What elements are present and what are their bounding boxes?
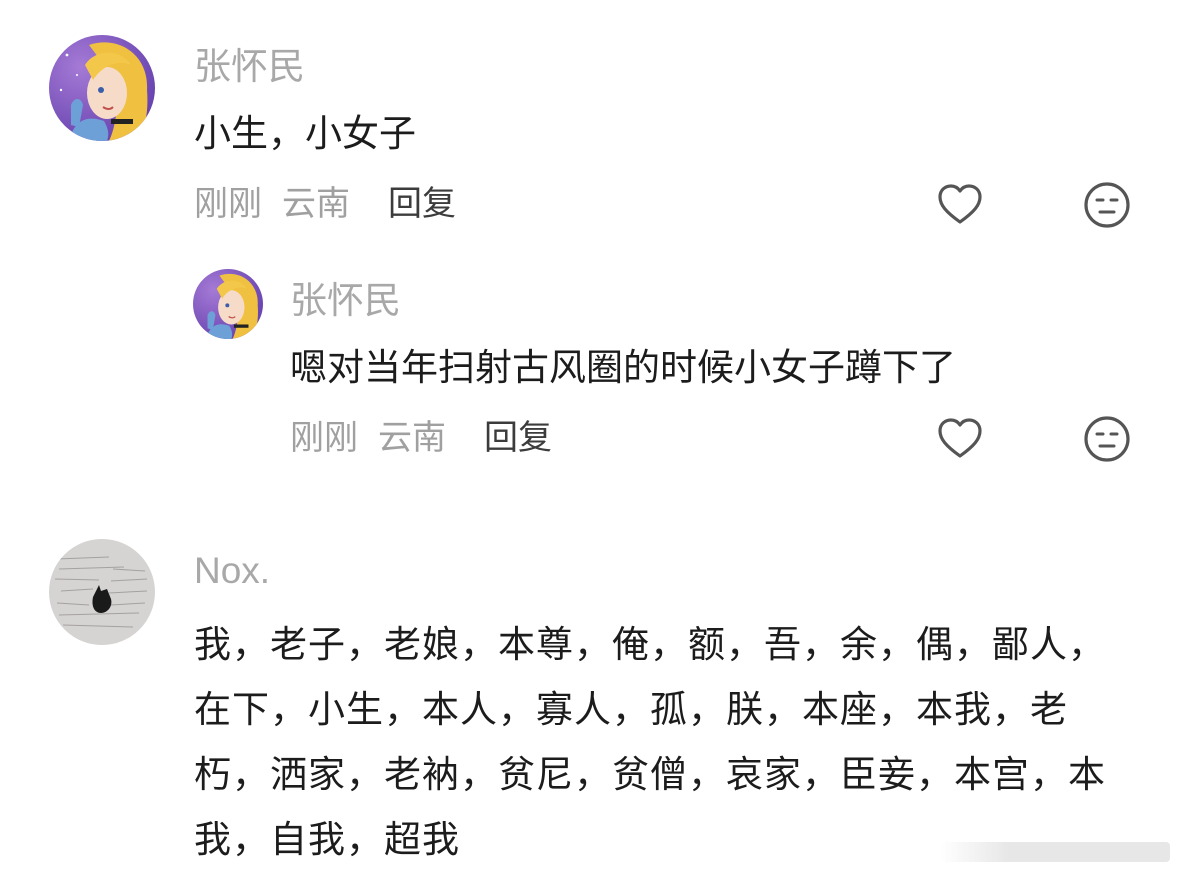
- avatar[interactable]: [49, 35, 155, 141]
- reply-timestamp: 刚刚: [290, 418, 358, 458]
- comment-text: 我，老子，老娘，本尊，俺，额，吾，余，偶，鄙人，在下，小生，本人，寡人，孤，朕，…: [194, 623, 1106, 861]
- heart-outline-icon: [936, 415, 984, 463]
- watermark: [940, 842, 1170, 862]
- comment-timestamp: 刚刚: [194, 184, 262, 224]
- avatar[interactable]: [193, 269, 263, 339]
- comment-username[interactable]: Nox.: [194, 548, 270, 594]
- meh-face-icon: [1083, 415, 1131, 463]
- like-button[interactable]: [936, 415, 984, 463]
- heart-outline-icon: [936, 181, 984, 229]
- dislike-button[interactable]: [1083, 415, 1131, 463]
- reply-location: 云南: [378, 418, 446, 458]
- comment-text: 小生，小女子: [194, 112, 416, 155]
- reply-text: 嗯对当年扫射古风圈的时候小女子蹲下了: [290, 346, 956, 389]
- comment-location: 云南: [282, 184, 350, 224]
- reply-username[interactable]: 张怀民: [290, 278, 401, 324]
- like-button[interactable]: [936, 181, 984, 229]
- reply-button[interactable]: 回复: [484, 416, 552, 460]
- meh-face-icon: [1083, 181, 1131, 229]
- comment-username[interactable]: 张怀民: [194, 44, 305, 90]
- dislike-button[interactable]: [1083, 181, 1131, 229]
- avatar[interactable]: [49, 539, 155, 645]
- reply-button[interactable]: 回复: [388, 182, 456, 226]
